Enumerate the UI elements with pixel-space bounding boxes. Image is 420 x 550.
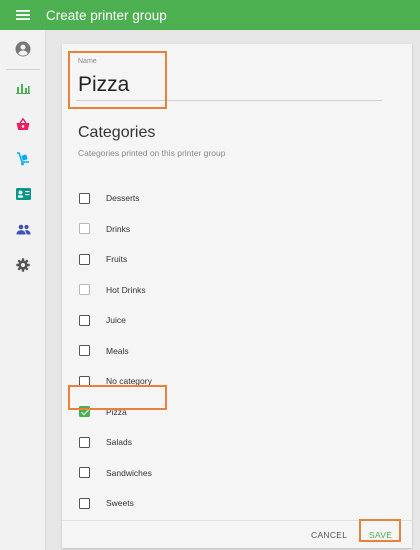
form-actions: CANCEL SAVE xyxy=(62,520,412,548)
category-checkbox[interactable] xyxy=(79,192,90,204)
category-label: Desserts xyxy=(106,193,140,203)
category-label: Pizza xyxy=(106,406,127,417)
category-row[interactable]: Desserts xyxy=(78,187,328,209)
name-field-label: Name xyxy=(78,58,97,65)
category-label: Meals xyxy=(106,345,129,356)
category-label: Sandwiches xyxy=(106,467,152,478)
cancel-button[interactable]: CANCEL xyxy=(311,526,347,544)
category-label: Salads xyxy=(106,437,132,447)
sidebar-item-products[interactable] xyxy=(0,144,46,174)
printer-group-form: Name Pizza Categories Categories printed… xyxy=(62,44,412,548)
delivery-cart-icon xyxy=(17,152,29,166)
name-field[interactable]: Name Pizza xyxy=(76,53,382,101)
name-input[interactable]: Pizza xyxy=(78,73,129,97)
page-title: Create printer group xyxy=(46,7,167,23)
main-content: Name Pizza Categories Categories printed… xyxy=(46,30,420,550)
settings-gear-icon xyxy=(16,258,30,272)
category-checkbox[interactable] xyxy=(79,253,90,265)
people-icon xyxy=(16,224,31,234)
category-label: Drinks xyxy=(106,223,131,234)
category-label: Fruits xyxy=(106,254,128,264)
sidebar-divider xyxy=(6,69,40,70)
app-bar: Create printer group xyxy=(0,0,420,30)
shopping-basket-icon xyxy=(16,117,30,130)
category-row[interactable]: Sweets xyxy=(78,492,328,514)
category-row[interactable]: Pizza xyxy=(78,401,328,423)
account-circle-icon xyxy=(15,41,31,57)
menu-button[interactable] xyxy=(0,0,46,30)
categories-description: Categories printed on this printer group xyxy=(78,148,226,158)
category-checkbox[interactable] xyxy=(79,284,90,295)
category-label: Hot Drinks xyxy=(106,284,146,295)
contact-card-icon xyxy=(15,188,31,200)
category-row[interactable]: Fruits xyxy=(78,248,328,270)
category-checkbox[interactable] xyxy=(79,436,90,448)
category-row[interactable]: No category xyxy=(78,370,328,392)
category-row[interactable]: Drinks xyxy=(78,218,328,240)
category-row[interactable]: Meals xyxy=(78,340,328,362)
category-checkbox[interactable] xyxy=(79,497,90,509)
category-checkbox[interactable] xyxy=(79,406,90,417)
sidebar-item-sales[interactable] xyxy=(0,109,46,139)
category-checkbox[interactable] xyxy=(79,314,90,326)
category-label: No category xyxy=(106,376,152,386)
category-label: Juice xyxy=(106,315,126,325)
category-label: Sweets xyxy=(106,498,134,508)
category-row[interactable]: Sandwiches xyxy=(78,462,328,484)
save-button[interactable]: SAVE xyxy=(369,526,392,544)
categories-heading: Categories xyxy=(78,124,156,141)
sidebar-item-statistics[interactable] xyxy=(0,73,46,103)
sidebar-item-customers[interactable] xyxy=(0,179,46,209)
bar-chart-icon xyxy=(16,84,30,94)
category-row[interactable]: Hot Drinks xyxy=(78,279,328,301)
sidebar xyxy=(0,30,46,550)
sidebar-item-account[interactable] xyxy=(0,34,46,64)
hamburger-menu-icon xyxy=(16,10,30,20)
category-checkbox[interactable] xyxy=(79,467,90,478)
category-checkbox[interactable] xyxy=(79,345,90,356)
sidebar-item-settings[interactable] xyxy=(0,250,46,280)
category-row[interactable]: Salads xyxy=(78,431,328,453)
sidebar-item-users[interactable] xyxy=(0,214,46,244)
category-row[interactable]: Juice xyxy=(78,309,328,331)
category-checkbox[interactable] xyxy=(79,375,90,387)
category-checkbox[interactable] xyxy=(79,223,90,234)
